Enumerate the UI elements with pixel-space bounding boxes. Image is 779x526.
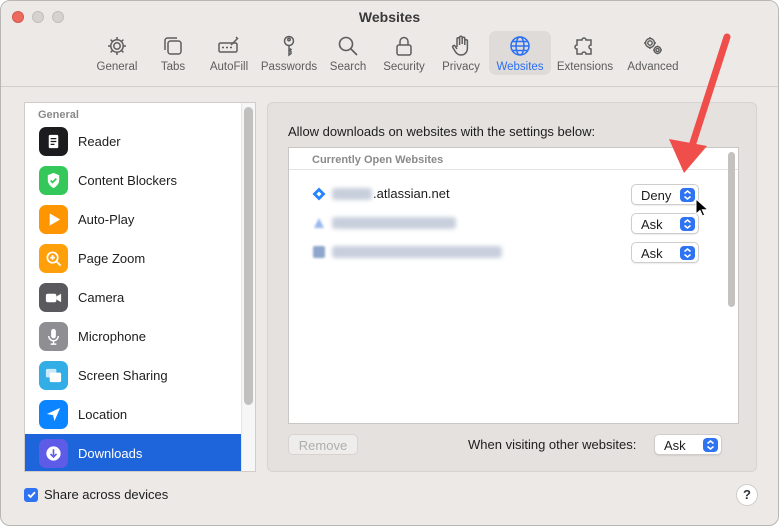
tab-privacy-label: Privacy [442, 61, 480, 73]
sidebar-item-label: Microphone [78, 329, 146, 344]
key-icon [283, 35, 295, 57]
globe-icon [510, 36, 530, 56]
puzzle-icon [574, 37, 592, 55]
share-label: Share across devices [44, 487, 169, 502]
tab-tabs-label: Tabs [160, 61, 186, 73]
sidebar-item-content-blockers[interactable]: Content Blockers [25, 161, 241, 200]
aha-icon [313, 246, 325, 258]
tab-search[interactable]: Search [321, 31, 375, 75]
sidebar-item-auto-play[interactable]: Auto-Play [25, 200, 241, 239]
share-checkbox[interactable] [24, 487, 38, 502]
domain-redacted [332, 217, 456, 229]
gears-icon [644, 37, 662, 55]
sidebar-item-label: Camera [78, 290, 125, 305]
other-websites-label: When visiting other websites: [468, 437, 637, 452]
website-list: Currently Open Websites .atlassian.net D… [288, 147, 739, 424]
site-setting-popup[interactable]: Deny [631, 184, 699, 205]
tab-general[interactable]: General [89, 31, 145, 75]
site-setting-value: Ask [641, 217, 663, 232]
domain-text: .atlassian.net [373, 186, 450, 201]
camera-icon [39, 283, 68, 312]
tab-advanced-label: Advanced [627, 61, 679, 73]
sidebar-item-label: Screen Sharing [78, 368, 168, 383]
domain-redacted [332, 188, 372, 200]
preferences-toolbar: General Tabs AutoFill Passwords Search S… [89, 31, 687, 77]
sidebar-header: General [38, 109, 79, 121]
sidebar-item-downloads[interactable]: Downloads [25, 434, 241, 471]
chevron-updown-icon [680, 217, 695, 231]
window-title: Websites [358, 9, 421, 25]
tab-search-label: Search [329, 61, 367, 73]
search-icon [338, 36, 358, 56]
sidebar-item-location[interactable]: Location [25, 395, 241, 434]
location-icon [39, 400, 68, 429]
remove-button[interactable]: Remove [288, 434, 358, 455]
tab-websites[interactable]: Websites [489, 31, 551, 75]
lock-icon [396, 36, 412, 56]
website-row: Ask [289, 211, 719, 237]
tab-extensions[interactable]: Extensions [551, 31, 619, 75]
website-list-scrollbar[interactable] [728, 152, 735, 307]
tab-passwords-label: Passwords [260, 61, 318, 73]
gear-icon [108, 37, 126, 55]
sidebar-item-label: Page Zoom [78, 251, 146, 266]
tab-general-label: General [96, 61, 138, 73]
sidebar-item-label: Content Blockers [78, 173, 177, 188]
sidebar-item-label: Reader [78, 134, 121, 149]
tab-passwords[interactable]: Passwords [257, 31, 321, 75]
sidebar-item-label: Location [78, 407, 128, 422]
site-setting-value: Deny [641, 188, 672, 203]
tab-autofill-label: AutoFill [209, 61, 249, 73]
tab-advanced[interactable]: Advanced [619, 31, 687, 75]
sidebar: General Reader Content Blockers Auto-Pla… [24, 102, 256, 472]
website-row: .atlassian.net Deny [289, 182, 719, 208]
site-setting-value: Ask [641, 246, 663, 261]
sidebar-item-microphone[interactable]: Microphone [25, 317, 241, 356]
tab-security-label: Security [383, 61, 425, 73]
screen-sharing-icon [39, 361, 68, 390]
other-websites-value: Ask [664, 438, 686, 453]
list-header: Currently Open Websites [289, 148, 738, 170]
zoom-icon [39, 244, 68, 273]
preferences-window: Websites General Tabs AutoFill Passwords [0, 0, 779, 526]
chevron-updown-icon [680, 246, 695, 260]
hand-icon [451, 35, 469, 56]
microphone-icon [39, 322, 68, 351]
reader-icon [39, 127, 68, 156]
sidebar-scrollbar[interactable] [244, 107, 253, 405]
domain-redacted [332, 246, 502, 258]
sidebar-item-page-zoom[interactable]: Page Zoom [25, 239, 241, 278]
tab-security[interactable]: Security [375, 31, 433, 75]
atlassian-icon [312, 187, 326, 201]
play-icon [39, 205, 68, 234]
panel-description: Allow downloads on websites with the set… [288, 124, 596, 139]
title-bar: Websites General Tabs AutoFill Passwords [1, 1, 778, 87]
tabs-icon [164, 37, 182, 55]
sidebar-item-camera[interactable]: Camera [25, 278, 241, 317]
atlassian-community-icon [314, 218, 324, 228]
sidebar-item-label: Auto-Play [78, 212, 135, 227]
download-icon [39, 439, 68, 468]
tab-extensions-label: Extensions [556, 61, 614, 73]
checkmark-icon [27, 491, 36, 499]
website-row: Ask [289, 240, 719, 266]
tab-tabs[interactable]: Tabs [145, 31, 201, 75]
sidebar-item-reader[interactable]: Reader [25, 122, 241, 161]
autofill-icon [218, 36, 239, 53]
site-setting-popup[interactable]: Ask [631, 213, 699, 234]
share-across-devices[interactable]: Share across devices [24, 487, 168, 502]
tab-websites-label: Websites [496, 61, 544, 73]
tab-privacy[interactable]: Privacy [433, 31, 489, 75]
sidebar-item-label: Downloads [78, 446, 143, 461]
chevron-updown-icon [680, 188, 695, 202]
downloads-panel: Allow downloads on websites with the set… [267, 102, 757, 472]
sidebar-item-screen-sharing[interactable]: Screen Sharing [25, 356, 241, 395]
chevron-updown-icon [703, 438, 718, 452]
shield-check-icon [39, 166, 68, 195]
tab-autofill[interactable]: AutoFill [201, 31, 257, 75]
site-setting-popup[interactable]: Ask [631, 242, 699, 263]
mouse-cursor-icon [695, 198, 709, 217]
other-websites-popup[interactable]: Ask [654, 434, 722, 455]
help-button[interactable]: ? [736, 484, 758, 506]
